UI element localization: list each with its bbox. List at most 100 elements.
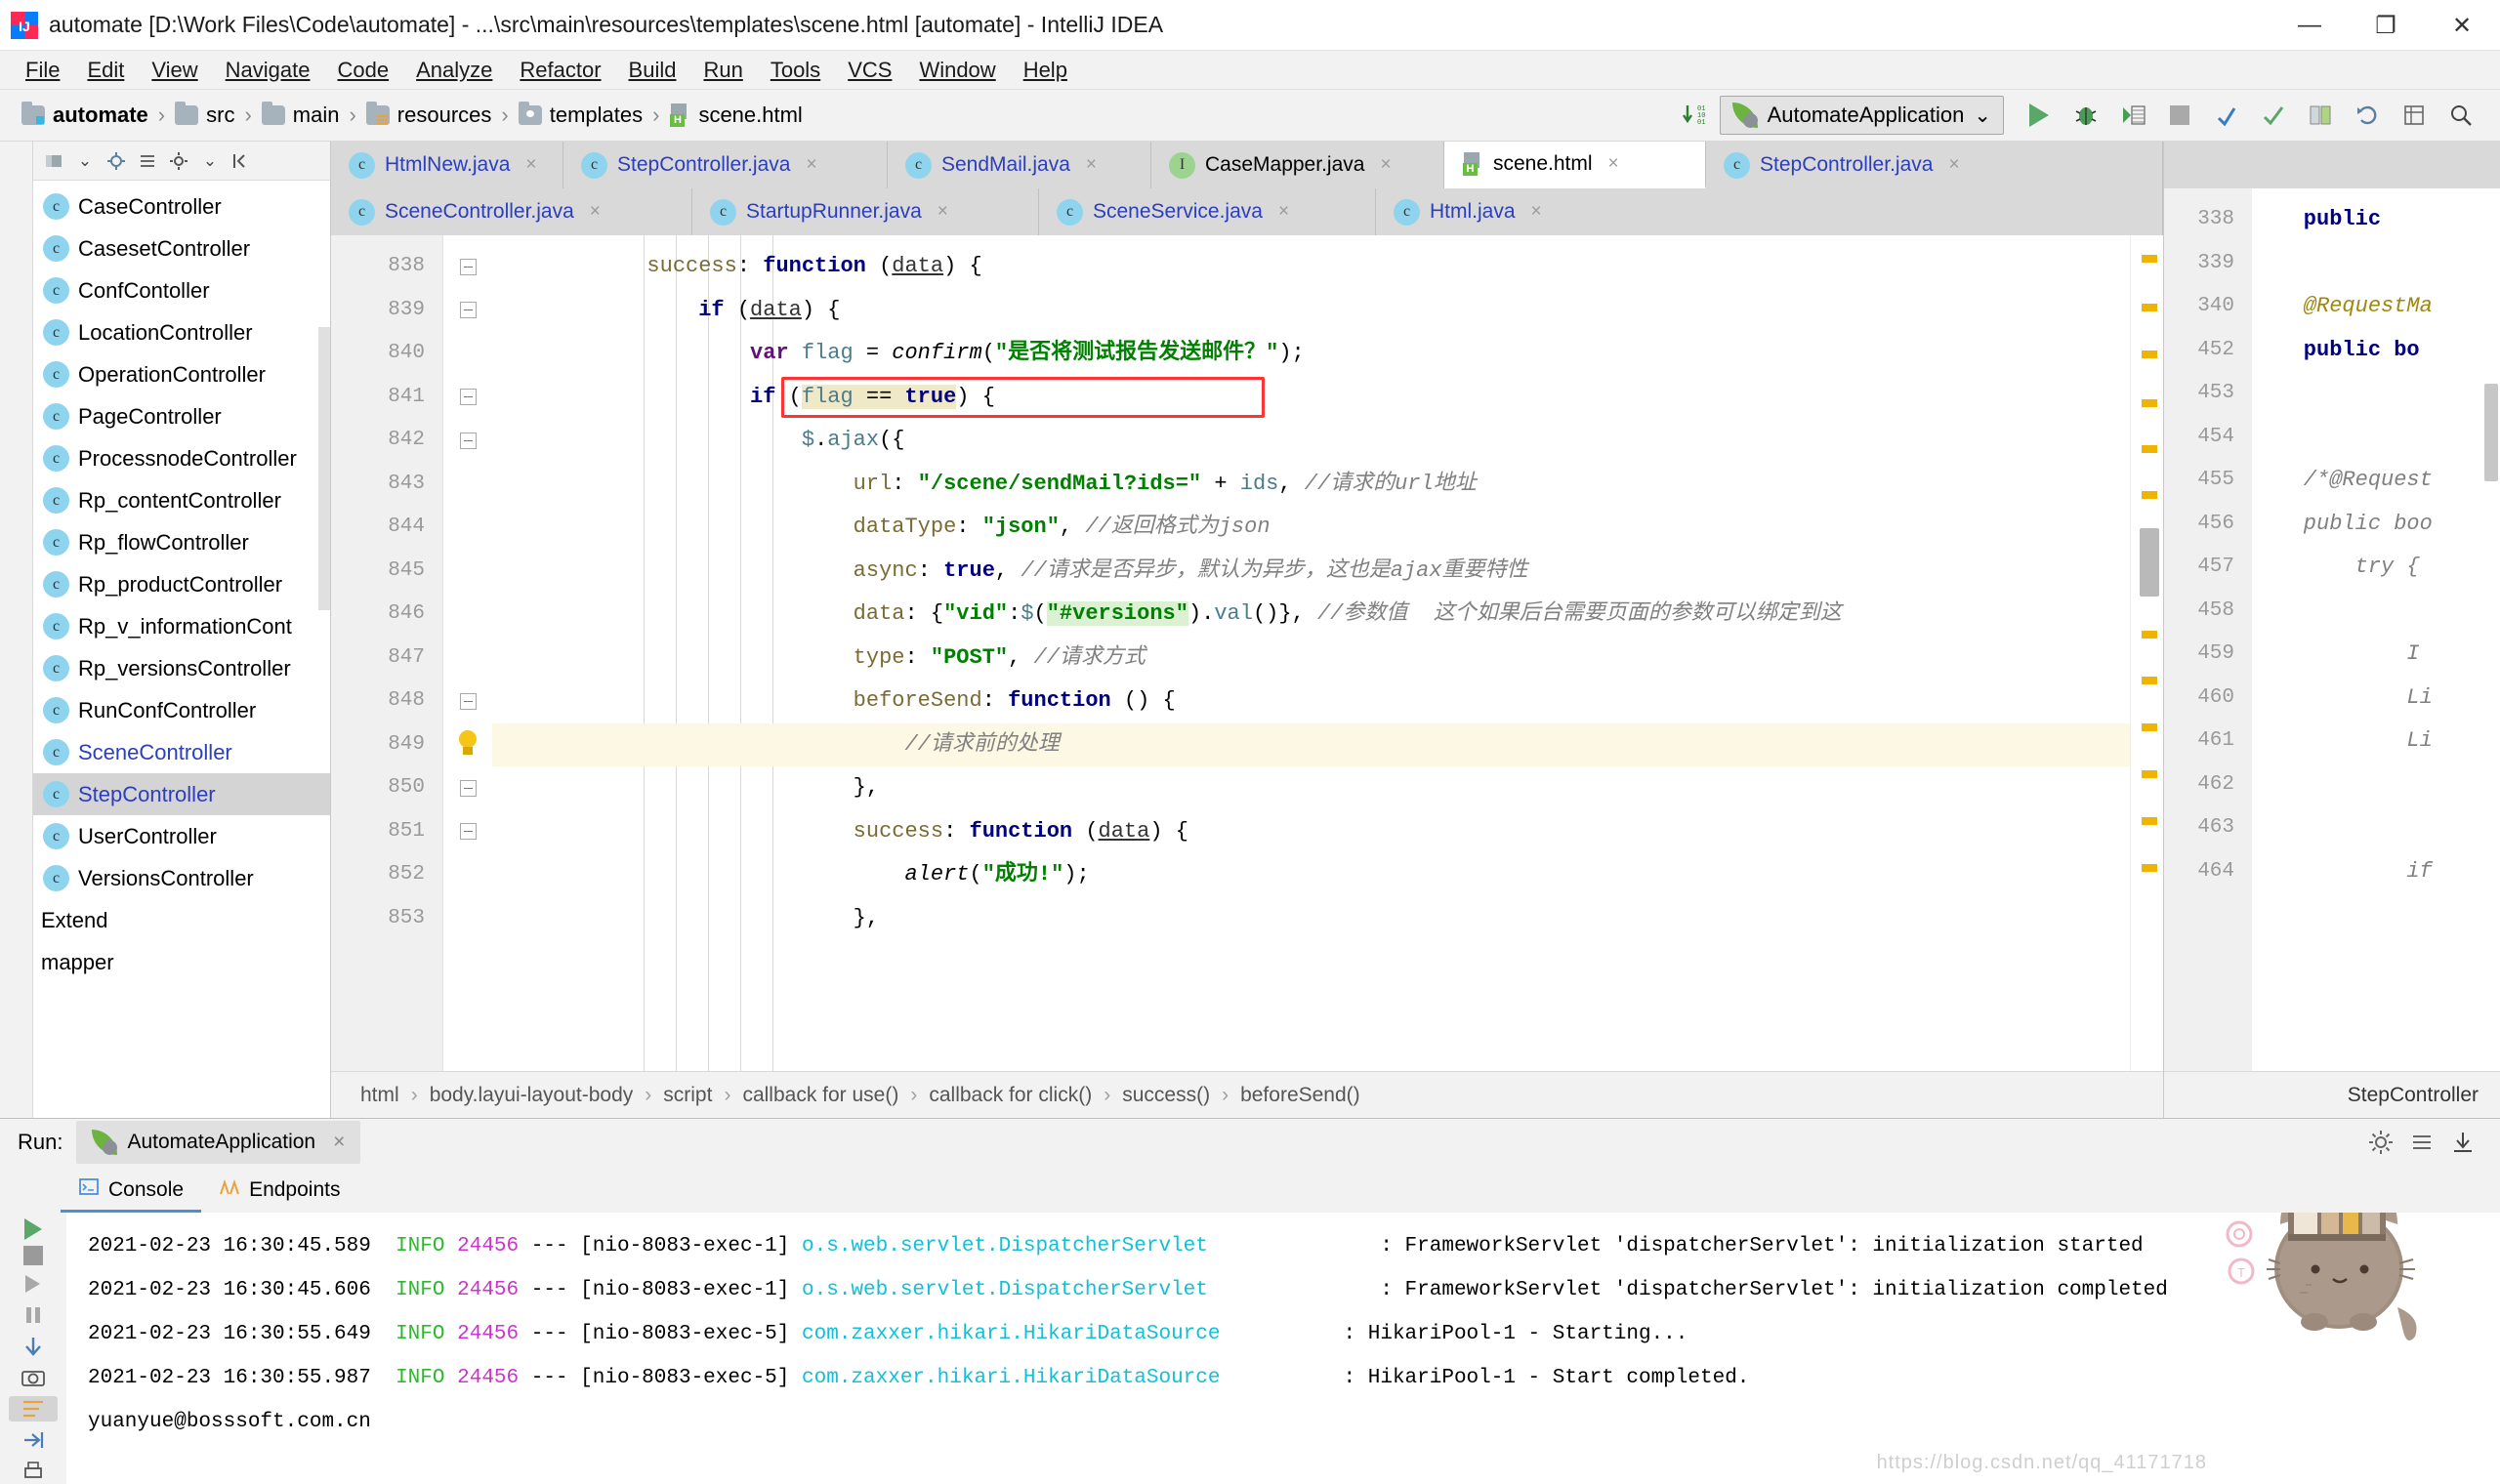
- search-button[interactable]: [2439, 94, 2482, 137]
- close-button[interactable]: ✕: [2424, 0, 2500, 51]
- editor-tab-sceneservice[interactable]: c SceneService.java ×: [1039, 188, 1376, 235]
- undo-button[interactable]: [2346, 94, 2389, 137]
- print-button[interactable]: [9, 1459, 58, 1484]
- project-scrollbar[interactable]: [318, 327, 330, 610]
- chevron-down-icon[interactable]: ⌄: [70, 146, 100, 176]
- breadcrumb-item-callback-use[interactable]: callback for use(): [742, 1084, 898, 1107]
- tree-item-rp-v-informationcontroller[interactable]: c Rp_v_informationCont: [33, 605, 330, 647]
- tree-item-versionscontroller[interactable]: c VersionsController: [33, 857, 330, 899]
- code-editor[interactable]: 838 839 840 841 842 843 844 845 846 847 …: [331, 235, 2163, 1071]
- update-button[interactable]: [2205, 94, 2248, 137]
- debug-button[interactable]: [2064, 94, 2107, 137]
- close-icon[interactable]: ×: [1531, 201, 1542, 223]
- project-tree[interactable]: c CaseController c CasesetController c C…: [33, 181, 330, 1118]
- tree-item-mapper[interactable]: mapper: [33, 941, 330, 983]
- editor-tab-scene-html[interactable]: H scene.html ×: [1444, 142, 1706, 188]
- commit-button[interactable]: [2252, 94, 2295, 137]
- fold-marker[interactable]: [443, 376, 492, 420]
- tree-item-scenecontroller[interactable]: c SceneController: [33, 731, 330, 773]
- code-text-area[interactable]: success: function (data) { if (data) { v…: [492, 235, 2130, 1071]
- console-output[interactable]: 2021-02-23 16:30:45.589 INFO 24456 --- […: [66, 1213, 2500, 1484]
- soft-wrap-button[interactable]: [9, 1396, 58, 1422]
- menu-help[interactable]: Help: [1010, 54, 1081, 87]
- editor-tab-html-java[interactable]: c Html.java ×: [1376, 188, 2163, 235]
- export-icon[interactable]: [2449, 1129, 2477, 1156]
- settings-button[interactable]: [2393, 94, 2436, 137]
- close-icon[interactable]: ×: [525, 154, 536, 176]
- fold-marker[interactable]: [443, 245, 492, 289]
- close-icon[interactable]: ×: [590, 201, 601, 223]
- gear-icon[interactable]: [164, 146, 193, 176]
- menu-vcs[interactable]: VCS: [834, 54, 905, 87]
- right-code-text[interactable]: public @RequestMa public bo /*@Request p…: [2252, 188, 2500, 1071]
- close-icon[interactable]: ×: [806, 154, 816, 176]
- menu-build[interactable]: Build: [615, 54, 690, 87]
- locate-icon[interactable]: [102, 146, 131, 176]
- breadcrumb-item-body[interactable]: body.layui-layout-body: [430, 1084, 634, 1107]
- close-icon[interactable]: ×: [1380, 154, 1391, 176]
- menu-tools[interactable]: Tools: [757, 54, 834, 87]
- hide-panel-icon[interactable]: [227, 146, 256, 176]
- breadcrumb-item-beforesend[interactable]: beforeSend(): [1240, 1084, 1360, 1107]
- close-icon[interactable]: ×: [1948, 154, 1959, 176]
- menu-analyze[interactable]: Analyze: [402, 54, 506, 87]
- menu-navigate[interactable]: Navigate: [212, 54, 324, 87]
- project-view-icon[interactable]: [39, 146, 68, 176]
- fold-marker[interactable]: [443, 289, 492, 333]
- tree-item-confcontoller[interactable]: c ConfContoller: [33, 269, 330, 311]
- breadcrumb-item-html[interactable]: html: [360, 1084, 399, 1107]
- navbar-crumb-automate[interactable]: automate: [14, 101, 156, 130]
- editor-tab-scenecontroller[interactable]: c SceneController.java ×: [331, 188, 692, 235]
- resume-button[interactable]: [9, 1271, 58, 1297]
- close-icon[interactable]: ×: [1278, 201, 1289, 223]
- tree-item-processnodecontroller[interactable]: c ProcessnodeController: [33, 437, 330, 479]
- intention-bulb-icon[interactable]: [443, 723, 492, 767]
- update-project-icon[interactable]: 01 10 01: [1673, 94, 1716, 137]
- arrow-down-button[interactable]: [9, 1334, 58, 1359]
- navbar-crumb-resources[interactable]: resources: [358, 101, 500, 130]
- scroll-to-end-button[interactable]: [9, 1427, 58, 1453]
- editor-tab-stepcontroller[interactable]: c StepController.java ×: [563, 142, 888, 188]
- rerun-button[interactable]: [9, 1218, 58, 1240]
- menu-run[interactable]: Run: [689, 54, 756, 87]
- tab-console[interactable]: Console: [61, 1171, 202, 1213]
- run-configuration-selector[interactable]: AutomateApplication ⌄: [1719, 96, 2004, 135]
- camera-button[interactable]: [9, 1365, 58, 1390]
- tree-item-rp-contentcontroller[interactable]: c Rp_contentController: [33, 479, 330, 521]
- gear-icon[interactable]: [2367, 1129, 2395, 1156]
- navbar-crumb-main[interactable]: main: [254, 101, 348, 130]
- tab-endpoints[interactable]: Endpoints: [201, 1171, 357, 1213]
- chevron-down-icon[interactable]: ⌄: [195, 146, 225, 176]
- tree-item-rp-versionscontroller[interactable]: c Rp_versionsController: [33, 647, 330, 689]
- hide-icon[interactable]: [2408, 1129, 2436, 1156]
- run-button[interactable]: [2018, 94, 2061, 137]
- editor-tab-casemapper[interactable]: I CaseMapper.java ×: [1151, 142, 1444, 188]
- run-configuration-tab[interactable]: AutomateApplication ×: [76, 1121, 361, 1164]
- pause-button[interactable]: [9, 1302, 58, 1328]
- minimize-button[interactable]: —: [2271, 0, 2348, 51]
- close-icon[interactable]: ×: [333, 1131, 345, 1154]
- close-icon[interactable]: ×: [1608, 153, 1619, 175]
- run-with-coverage-button[interactable]: [2111, 94, 2154, 137]
- editor-tab-htmlnew[interactable]: c HtmlNew.java ×: [331, 142, 563, 188]
- fold-marker[interactable]: [443, 419, 492, 463]
- tree-item-extend[interactable]: Extend: [33, 899, 330, 941]
- menu-code[interactable]: Code: [324, 54, 403, 87]
- tree-item-casecontroller[interactable]: c CaseController: [33, 186, 330, 227]
- tree-item-runconfcontroller[interactable]: c RunConfController: [33, 689, 330, 731]
- breadcrumb-item-callback-click[interactable]: callback for click(): [929, 1084, 1092, 1107]
- stop-button[interactable]: [2158, 94, 2201, 137]
- diff-button[interactable]: [2299, 94, 2342, 137]
- navbar-crumb-scene-html[interactable]: H scene.html: [661, 101, 810, 130]
- right-editor-body[interactable]: 338 339 340 452 453 454 455 456 457 458 …: [2164, 188, 2500, 1071]
- fold-marker[interactable]: [443, 680, 492, 723]
- breadcrumb-item-success[interactable]: success(): [1122, 1084, 1210, 1107]
- code-folding-strip[interactable]: [443, 235, 492, 1071]
- menu-refactor[interactable]: Refactor: [506, 54, 614, 87]
- tree-item-rp-flowcontroller[interactable]: c Rp_flowController: [33, 521, 330, 563]
- tree-item-rp-productcontroller[interactable]: c Rp_productController: [33, 563, 330, 605]
- editor-tab-stepcontroller-right[interactable]: c StepController.java ×: [1706, 142, 2163, 188]
- fold-marker[interactable]: [443, 810, 492, 854]
- navbar-crumb-templates[interactable]: templates: [511, 101, 650, 130]
- stop-button[interactable]: [9, 1246, 58, 1265]
